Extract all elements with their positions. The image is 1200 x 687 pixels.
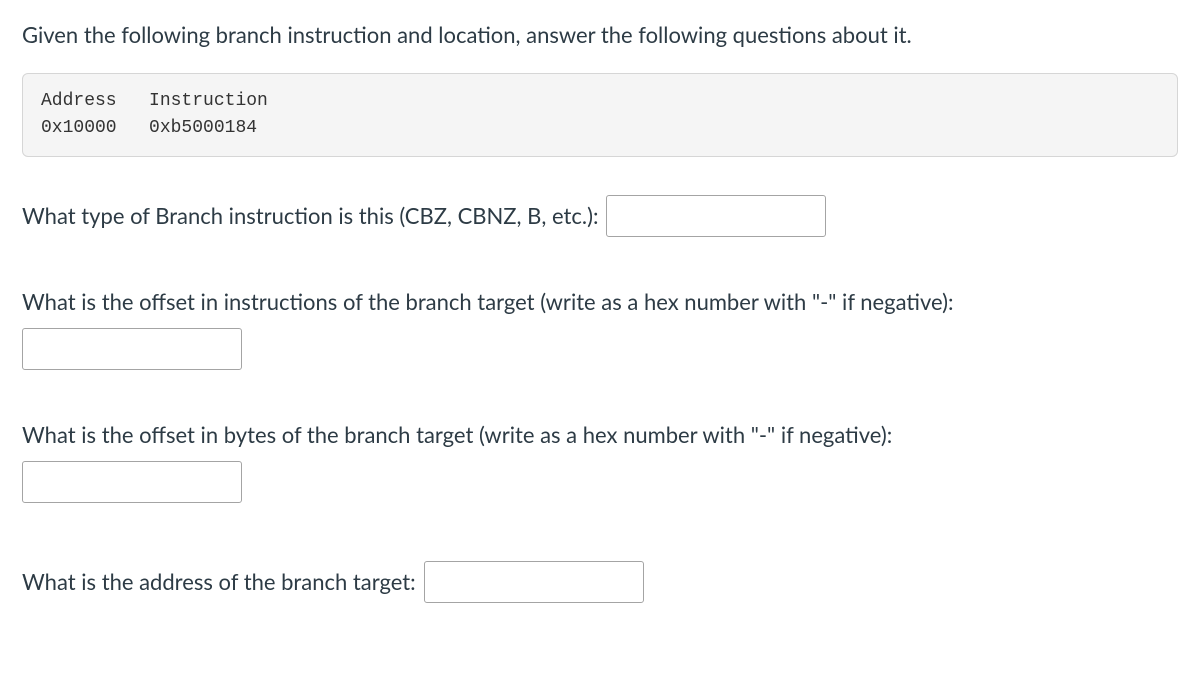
- question-3: What is the offset in bytes of the branc…: [22, 418, 1178, 503]
- question-3-input[interactable]: [22, 461, 242, 503]
- question-1-prompt: What type of Branch instruction is this …: [22, 199, 598, 232]
- question-2-prompt: What is the offset in instructions of th…: [22, 285, 1178, 318]
- question-4: What is the address of the branch target…: [22, 561, 1178, 603]
- code-header-instruction: Instruction: [149, 91, 268, 111]
- code-row-instruction: 0xb5000184: [149, 118, 257, 138]
- question-3-prompt: What is the offset in bytes of the branc…: [22, 418, 1178, 451]
- question-intro: Given the following branch instruction a…: [22, 20, 1178, 51]
- code-header-address: Address: [41, 91, 117, 111]
- question-4-input[interactable]: [424, 561, 644, 603]
- question-4-prompt: What is the address of the branch target…: [22, 565, 416, 598]
- code-row-address: 0x10000: [41, 118, 117, 138]
- question-2: What is the offset in instructions of th…: [22, 285, 1178, 370]
- question-1-input[interactable]: [606, 195, 826, 237]
- question-1: What type of Branch instruction is this …: [22, 195, 1178, 237]
- code-block: Address Instruction 0x10000 0xb5000184: [22, 73, 1178, 157]
- question-2-input[interactable]: [22, 328, 242, 370]
